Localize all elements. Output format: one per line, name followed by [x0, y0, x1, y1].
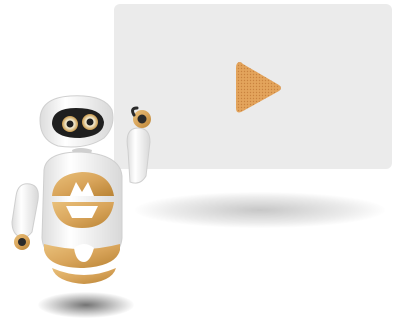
robot-torso: [41, 151, 123, 284]
robot-head: [39, 95, 114, 148]
promo-scene: [0, 0, 394, 325]
robot-mascot: [11, 95, 151, 284]
robot-right-arm: [126, 106, 151, 184]
robot-left-arm: [11, 183, 39, 250]
